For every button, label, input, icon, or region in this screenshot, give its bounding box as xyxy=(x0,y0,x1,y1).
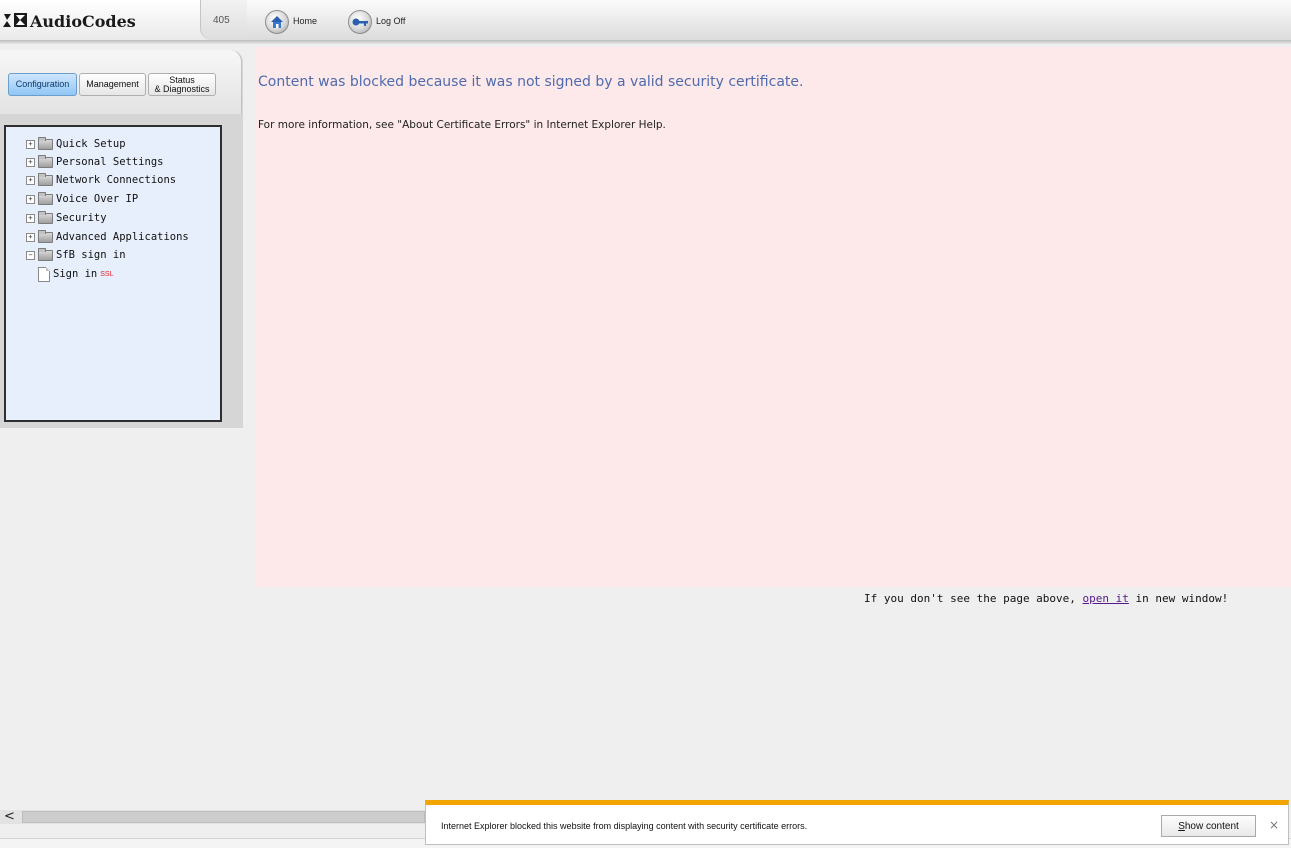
logo-area: AudioCodes 405 xyxy=(0,0,247,40)
tree-item-quick-setup[interactable]: + Quick Setup xyxy=(26,136,126,152)
ssl-badge: SSL xyxy=(100,270,114,278)
tree-item-security[interactable]: + Security xyxy=(26,210,107,226)
page-icon xyxy=(38,266,50,282)
top-bar: AudioCodes 405 Home Log Off xyxy=(0,0,1291,41)
log-off-button[interactable]: Log Off xyxy=(348,10,405,34)
scroll-left-icon[interactable]: < xyxy=(4,810,15,824)
tree-item-label: SfB sign in xyxy=(56,249,126,261)
tree-item-label: Quick Setup xyxy=(56,138,126,150)
tree-item-label: Sign in xyxy=(53,268,98,280)
expand-icon[interactable]: + xyxy=(26,213,35,223)
show-content-button[interactable]: Show content xyxy=(1161,815,1256,837)
tab-status-diagnostics[interactable]: Status & Diagnostics xyxy=(148,73,216,96)
logo-text: AudioCodes xyxy=(30,12,136,31)
collapse-icon[interactable]: − xyxy=(26,250,35,260)
tab-management[interactable]: Management xyxy=(79,73,146,96)
tree-item-voice-over-ip[interactable]: + Voice Over IP xyxy=(26,191,138,207)
folder-icon xyxy=(38,247,53,261)
blocked-content-panel: Content was blocked because it was not s… xyxy=(255,47,1291,587)
expand-icon[interactable]: + xyxy=(26,194,35,204)
home-button[interactable]: Home xyxy=(265,10,317,34)
tab-configuration[interactable]: Configuration xyxy=(8,73,77,96)
horizontal-scrollbar[interactable]: < xyxy=(0,810,425,824)
folder-icon xyxy=(38,210,53,224)
tree-item-label: Voice Over IP xyxy=(56,193,139,205)
tab-bar: Configuration Management Status & Diagno… xyxy=(0,50,242,114)
left-panel: Configuration Management Status & Diagno… xyxy=(0,50,243,428)
blocked-heading: Content was blocked because it was not s… xyxy=(258,74,804,90)
folder-icon xyxy=(38,154,53,168)
expand-icon[interactable]: + xyxy=(26,175,35,185)
log-off-label: Log Off xyxy=(376,16,406,26)
notification-bar: Internet Explorer blocked this website f… xyxy=(425,800,1289,845)
scrollbar-thumb[interactable] xyxy=(22,811,425,823)
folder-icon xyxy=(38,136,53,150)
show-content-label: Show content xyxy=(1178,820,1239,832)
folder-icon xyxy=(38,172,53,186)
tree-item-network-connections[interactable]: + Network Connections xyxy=(26,172,176,188)
blocked-info-text: For more information, see "About Certifi… xyxy=(258,119,666,131)
folder-icon xyxy=(38,229,53,243)
folder-icon xyxy=(38,191,53,205)
expand-icon[interactable]: + xyxy=(26,157,35,167)
home-icon xyxy=(265,10,289,34)
tree-item-label: Advanced Applications xyxy=(56,231,189,243)
home-label: Home xyxy=(293,16,318,26)
logo-tab-tail: 405 xyxy=(200,0,247,40)
key-icon xyxy=(348,10,372,34)
audiocodes-logo-icon xyxy=(3,13,27,27)
expand-icon[interactable]: + xyxy=(26,232,35,242)
top-bar-divider xyxy=(0,40,1291,44)
expand-icon[interactable]: + xyxy=(26,139,35,149)
tree-item-label: Security xyxy=(56,212,107,224)
unit-number: 405 xyxy=(213,15,230,26)
fallback-text-before: If you don't see the page above, xyxy=(864,592,1083,605)
notification-message: Internet Explorer blocked this website f… xyxy=(441,821,808,831)
fallback-message: If you don't see the page above, open it… xyxy=(864,592,1228,605)
open-it-link[interactable]: open it xyxy=(1083,592,1129,605)
navigation-tree: + Quick Setup + Personal Settings + Netw… xyxy=(4,125,222,422)
tree-item-sign-in[interactable]: Sign in SSL xyxy=(38,266,114,282)
tree-item-personal-settings[interactable]: + Personal Settings xyxy=(26,154,163,170)
tree-item-advanced-applications[interactable]: + Advanced Applications xyxy=(26,229,189,245)
close-icon[interactable]: × xyxy=(1269,818,1279,832)
tree-item-label: Personal Settings xyxy=(56,156,164,168)
tree-item-sfb-sign-in[interactable]: − SfB sign in xyxy=(26,247,126,263)
fallback-text-after: in new window! xyxy=(1128,592,1229,605)
tree-item-label: Network Connections xyxy=(56,174,177,186)
